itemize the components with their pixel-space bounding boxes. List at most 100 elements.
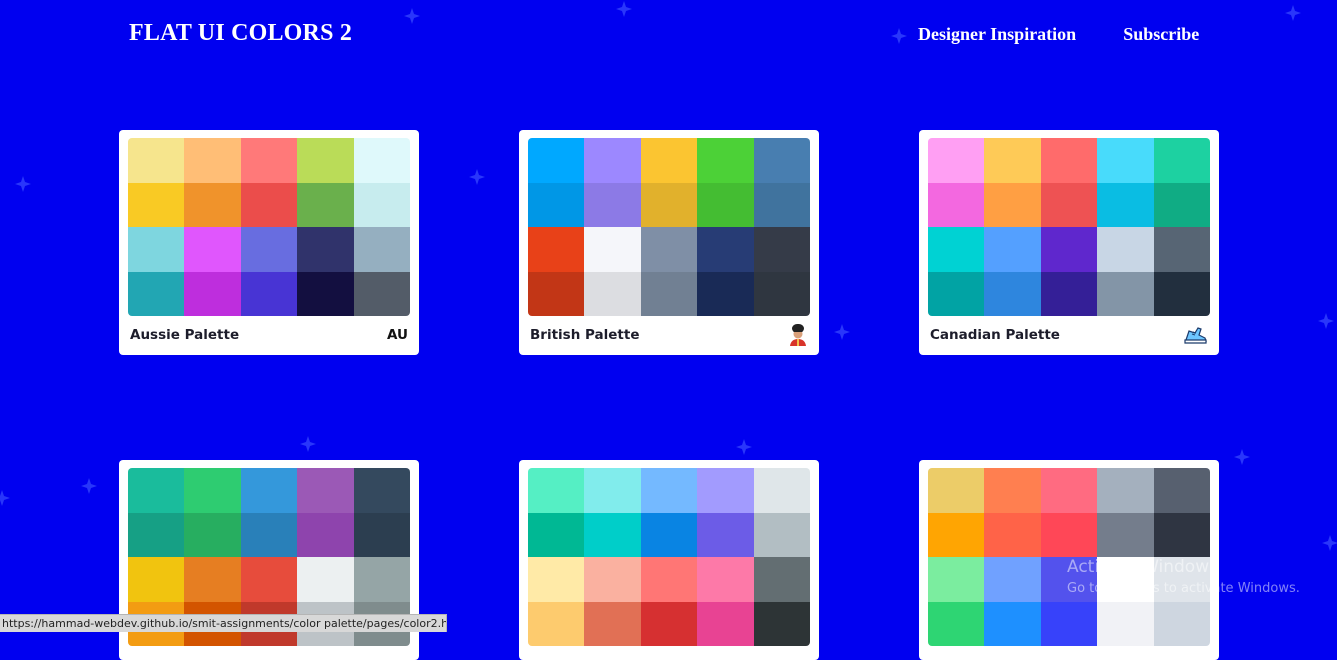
color-swatch[interactable] — [240, 468, 298, 513]
color-swatch[interactable] — [1040, 271, 1098, 316]
color-swatch[interactable] — [584, 138, 641, 183]
color-swatch[interactable] — [1097, 468, 1154, 513]
color-swatch[interactable] — [128, 227, 185, 272]
color-swatch[interactable] — [528, 182, 585, 227]
color-swatch[interactable] — [184, 227, 241, 272]
color-swatch[interactable] — [528, 512, 585, 557]
color-swatch[interactable] — [240, 182, 298, 227]
color-swatch[interactable] — [128, 271, 185, 316]
color-swatch[interactable] — [353, 557, 410, 602]
color-swatch[interactable] — [640, 601, 698, 646]
color-swatch[interactable] — [297, 557, 354, 602]
color-swatch[interactable] — [128, 468, 185, 513]
color-swatch[interactable] — [640, 227, 698, 272]
color-swatch[interactable] — [1153, 468, 1210, 513]
color-swatch[interactable] — [584, 468, 641, 513]
color-swatch[interactable] — [1097, 182, 1154, 227]
color-swatch[interactable] — [240, 512, 298, 557]
color-swatch[interactable] — [184, 271, 241, 316]
color-swatch[interactable] — [353, 227, 410, 272]
color-swatch[interactable] — [753, 138, 810, 183]
color-swatch[interactable] — [353, 182, 410, 227]
color-swatch[interactable] — [753, 271, 810, 316]
color-swatch[interactable] — [584, 512, 641, 557]
color-swatch[interactable] — [128, 512, 185, 557]
color-swatch[interactable] — [184, 138, 241, 183]
color-swatch[interactable] — [697, 182, 754, 227]
color-swatch[interactable] — [128, 182, 185, 227]
color-swatch[interactable] — [584, 557, 641, 602]
color-swatch[interactable] — [1040, 138, 1098, 183]
color-swatch[interactable] — [640, 557, 698, 602]
color-swatch[interactable] — [584, 601, 641, 646]
color-swatch[interactable] — [697, 227, 754, 272]
color-swatch[interactable] — [1040, 182, 1098, 227]
color-swatch[interactable] — [928, 182, 985, 227]
color-swatch[interactable] — [1153, 271, 1210, 316]
color-swatch[interactable] — [184, 182, 241, 227]
color-swatch[interactable] — [753, 182, 810, 227]
color-swatch[interactable] — [584, 182, 641, 227]
color-swatch[interactable] — [528, 227, 585, 272]
color-swatch[interactable] — [697, 601, 754, 646]
color-swatch[interactable] — [753, 557, 810, 602]
color-swatch[interactable] — [184, 557, 241, 602]
color-swatch[interactable] — [353, 512, 410, 557]
color-swatch[interactable] — [1040, 227, 1098, 272]
color-swatch[interactable] — [1097, 512, 1154, 557]
color-swatch[interactable] — [584, 271, 641, 316]
color-swatch[interactable] — [1097, 601, 1154, 646]
color-swatch[interactable] — [528, 601, 585, 646]
color-swatch[interactable] — [297, 138, 354, 183]
color-swatch[interactable] — [697, 271, 754, 316]
color-swatch[interactable] — [1153, 182, 1210, 227]
color-swatch[interactable] — [753, 601, 810, 646]
color-swatch[interactable] — [297, 271, 354, 316]
color-swatch[interactable] — [1040, 512, 1098, 557]
color-swatch[interactable] — [984, 138, 1041, 183]
color-swatch[interactable] — [640, 182, 698, 227]
color-swatch[interactable] — [984, 227, 1041, 272]
color-swatch[interactable] — [353, 271, 410, 316]
palette-card-british[interactable]: British Palette — [519, 130, 819, 355]
color-swatch[interactable] — [184, 512, 241, 557]
color-swatch[interactable] — [1153, 512, 1210, 557]
color-swatch[interactable] — [753, 227, 810, 272]
color-swatch[interactable] — [1097, 138, 1154, 183]
color-swatch[interactable] — [928, 227, 985, 272]
color-swatch[interactable] — [528, 138, 585, 183]
color-swatch[interactable] — [697, 512, 754, 557]
nav-designer-inspiration[interactable]: Designer Inspiration — [918, 24, 1076, 45]
color-swatch[interactable] — [697, 468, 754, 513]
nav-subscribe[interactable]: Subscribe — [1123, 24, 1199, 45]
color-swatch[interactable] — [697, 557, 754, 602]
color-swatch[interactable] — [640, 468, 698, 513]
color-swatch[interactable] — [928, 557, 985, 602]
color-swatch[interactable] — [353, 138, 410, 183]
color-swatch[interactable] — [753, 468, 810, 513]
color-swatch[interactable] — [528, 468, 585, 513]
color-swatch[interactable] — [297, 512, 354, 557]
color-swatch[interactable] — [984, 271, 1041, 316]
color-swatch[interactable] — [240, 138, 298, 183]
color-swatch[interactable] — [528, 271, 585, 316]
color-swatch[interactable] — [1040, 468, 1098, 513]
color-swatch[interactable] — [753, 512, 810, 557]
site-logo-title[interactable]: FLAT UI COLORS 2 — [129, 20, 352, 47]
color-swatch[interactable] — [584, 227, 641, 272]
color-swatch[interactable] — [353, 468, 410, 513]
color-swatch[interactable] — [297, 227, 354, 272]
color-swatch[interactable] — [240, 557, 298, 602]
palette-card-canadian[interactable]: Canadian Palette — [919, 130, 1219, 355]
color-swatch[interactable] — [984, 512, 1041, 557]
color-swatch[interactable] — [928, 468, 985, 513]
color-swatch[interactable] — [128, 138, 185, 183]
color-swatch[interactable] — [1040, 601, 1098, 646]
color-swatch[interactable] — [240, 227, 298, 272]
color-swatch[interactable] — [1153, 227, 1210, 272]
color-swatch[interactable] — [1153, 601, 1210, 646]
color-swatch[interactable] — [984, 601, 1041, 646]
color-swatch[interactable] — [128, 557, 185, 602]
color-swatch[interactable] — [1153, 138, 1210, 183]
palette-card-aussie[interactable]: Aussie Palette AU — [119, 130, 419, 355]
